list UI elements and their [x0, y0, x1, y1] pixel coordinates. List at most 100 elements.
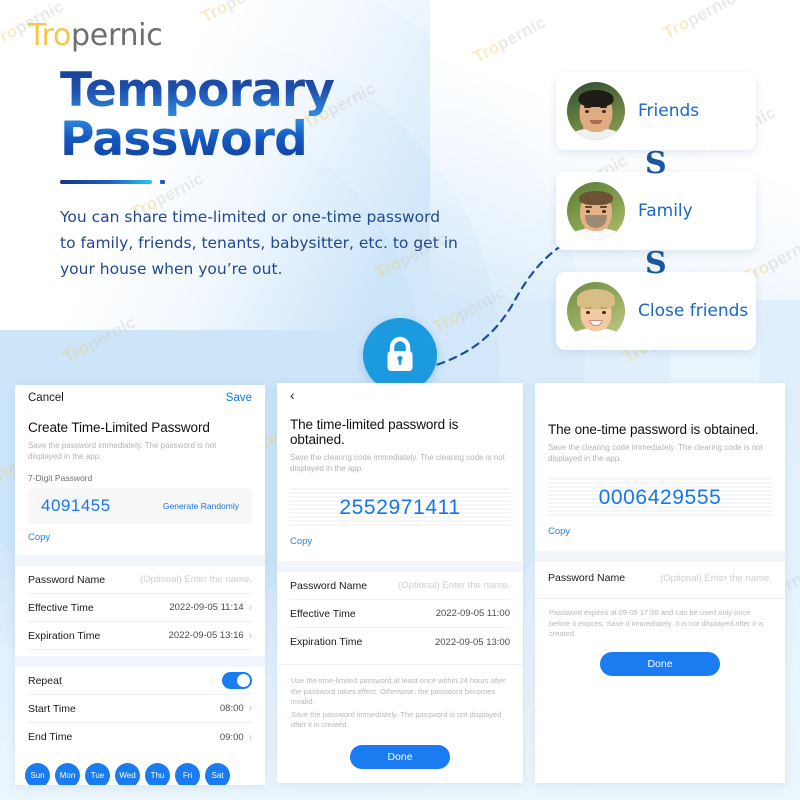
row-value: 08:00: [219, 703, 244, 714]
page-title-line1: Temporary: [60, 63, 335, 118]
generate-randomly-button[interactable]: Generate Randomly: [163, 501, 239, 511]
poster-canvas: Tropernic Tropernic Tro pernic Tropernic Trop…: [0, 0, 800, 800]
chevron-right-icon: ›: [248, 703, 252, 714]
row-placeholder: (Optional) Enter the name.: [660, 572, 772, 584]
table-row: Expiration Time 2022-09-05 13:00: [290, 628, 510, 656]
title-divider-dot: [160, 180, 165, 184]
contact-card-friends[interactable]: Friends: [556, 72, 756, 150]
row-label: Password Name: [28, 573, 106, 586]
phone3-note-1: · Password expires at 09-05 17:00 and ca…: [543, 608, 764, 638]
row-value: 09:00: [219, 731, 244, 743]
weekday-chip[interactable]: Sun: [25, 763, 50, 785]
title-divider: [60, 180, 152, 184]
phone3-subtitle: Save the clearing code immediately. The …: [548, 443, 763, 463]
connector-glyph: S: [645, 146, 667, 181]
row-label: Repeat: [28, 674, 62, 687]
save-button[interactable]: Save: [226, 392, 252, 404]
contact-card-family[interactable]: Family: [556, 172, 756, 250]
weekday-chip[interactable]: Sat: [205, 763, 230, 785]
contact-name: Friends: [638, 101, 700, 121]
row-label: Expiration Time: [28, 629, 101, 642]
brand-logo: Tropernic: [28, 18, 163, 53]
phone1-title: Create Time-Limited Password: [28, 420, 210, 435]
copy-button[interactable]: Copy: [535, 518, 785, 537]
back-button[interactable]: ‹: [277, 383, 523, 403]
row-label: Effective Time: [290, 607, 356, 620]
connector-glyph: S: [645, 246, 667, 281]
phone2-note-1: · Use the time-limited password at least…: [285, 676, 506, 706]
table-row[interactable]: Effective Time 2022-09-05 11:14 ›: [28, 594, 252, 622]
lock-badge: [363, 318, 437, 392]
page-title: Temporary Password: [60, 66, 334, 164]
brand-logo-part2: pernic: [71, 18, 163, 53]
bullet-icon: ·: [285, 676, 288, 685]
weekday-chip[interactable]: Fri: [175, 763, 200, 785]
phone-screen-create-password: Cancel Save Create Time-Limited Password…: [15, 385, 265, 785]
table-row[interactable]: Expiration Time 2022-09-05 13:16 ›: [28, 622, 252, 650]
avatar: [567, 182, 625, 240]
section-divider: [535, 551, 785, 562]
weekday-selector[interactable]: Sun Mon Tue Wed Thu Fri Sat: [15, 751, 265, 785]
password-code: 0006429555: [598, 486, 722, 509]
row-label: Password Name: [548, 572, 626, 584]
copy-button[interactable]: Copy: [277, 528, 523, 547]
section-divider: [15, 555, 265, 566]
row-label: End Time: [28, 731, 73, 743]
row-value: 2022-09-05 13:16: [168, 630, 244, 641]
password-input-box[interactable]: 4091455 Generate Randomly: [28, 488, 252, 524]
password-field-label: 7-Digit Password: [28, 473, 93, 483]
chevron-right-icon: ›: [248, 630, 252, 641]
password-code: 2552971411: [339, 496, 461, 519]
bullet-icon: ·: [543, 608, 546, 617]
section-divider: [277, 561, 523, 572]
phone3-title: The one-time password is obtained.: [548, 422, 759, 437]
contact-name: Family: [638, 201, 693, 221]
password-code-display: 0006429555: [547, 478, 773, 518]
phone1-navbar: Cancel Save: [15, 385, 265, 411]
password-code-display: 2552971411: [289, 488, 511, 528]
page-title-line2: Password: [60, 112, 307, 167]
row-label: Start Time: [28, 702, 76, 715]
weekday-chip[interactable]: Thu: [145, 763, 170, 785]
row-value: 2022-09-05 11:00: [435, 608, 510, 619]
lock-icon: [387, 336, 413, 371]
table-row[interactable]: Password Name (Optional) Enter the name.: [290, 572, 510, 600]
contact-name: Close friends: [638, 301, 749, 321]
phone1-subtitle: Save the password immediately. The passw…: [28, 441, 217, 461]
table-row: Effective Time 2022-09-05 11:00: [290, 600, 510, 628]
phone-screen-time-limited-obtained: ‹ The time-limited password is obtained.…: [277, 383, 523, 783]
avatar: [567, 282, 625, 340]
table-row[interactable]: Start Time 08:00 ›: [28, 695, 252, 723]
table-row[interactable]: End Time 09:00 ›: [28, 723, 252, 751]
brand-logo-part1: Tro: [28, 18, 72, 53]
row-value: 2022-09-05 11:14: [169, 602, 244, 613]
chevron-right-icon: ›: [248, 602, 252, 613]
weekday-chip[interactable]: Mon: [55, 763, 80, 785]
avatar: [567, 82, 625, 140]
bullet-icon: ·: [285, 709, 288, 719]
password-value: 4091455: [41, 496, 111, 515]
done-button[interactable]: Done: [600, 651, 720, 676]
chevron-right-icon: ›: [248, 731, 252, 743]
phone-screen-one-time-obtained: The one-time password is obtained. Save …: [535, 383, 785, 783]
section-divider: [15, 656, 265, 667]
phone2-subtitle: Save the clearing code immediately. The …: [290, 453, 505, 473]
row-label: Password Name: [290, 579, 368, 592]
repeat-row[interactable]: Repeat: [28, 667, 252, 695]
hero-description: You can share time-limited or one-time p…: [60, 208, 458, 278]
repeat-toggle[interactable]: [222, 672, 252, 689]
copy-button[interactable]: Copy: [15, 524, 265, 543]
phone2-title: The time-limited password is obtained.: [290, 417, 459, 447]
weekday-chip[interactable]: Wed: [115, 763, 140, 785]
contact-card-close-friends[interactable]: Close friends: [556, 272, 756, 350]
phone2-note-2: · Save the password immediately. The pas…: [285, 709, 502, 730]
row-value: 2022-09-05 13:00: [434, 636, 510, 648]
cancel-button[interactable]: Cancel: [28, 392, 64, 404]
row-label: Expiration Time: [290, 636, 363, 648]
row-placeholder: (Optional) Enter the name.: [398, 580, 510, 591]
row-placeholder: (Optional) Enter the name.: [140, 574, 252, 585]
table-row[interactable]: Password Name (Optional) Enter the name.: [28, 566, 252, 594]
table-row[interactable]: Password Name (Optional) Enter the name.: [548, 562, 772, 594]
done-button[interactable]: Done: [350, 744, 450, 769]
weekday-chip[interactable]: Tue: [85, 763, 110, 785]
